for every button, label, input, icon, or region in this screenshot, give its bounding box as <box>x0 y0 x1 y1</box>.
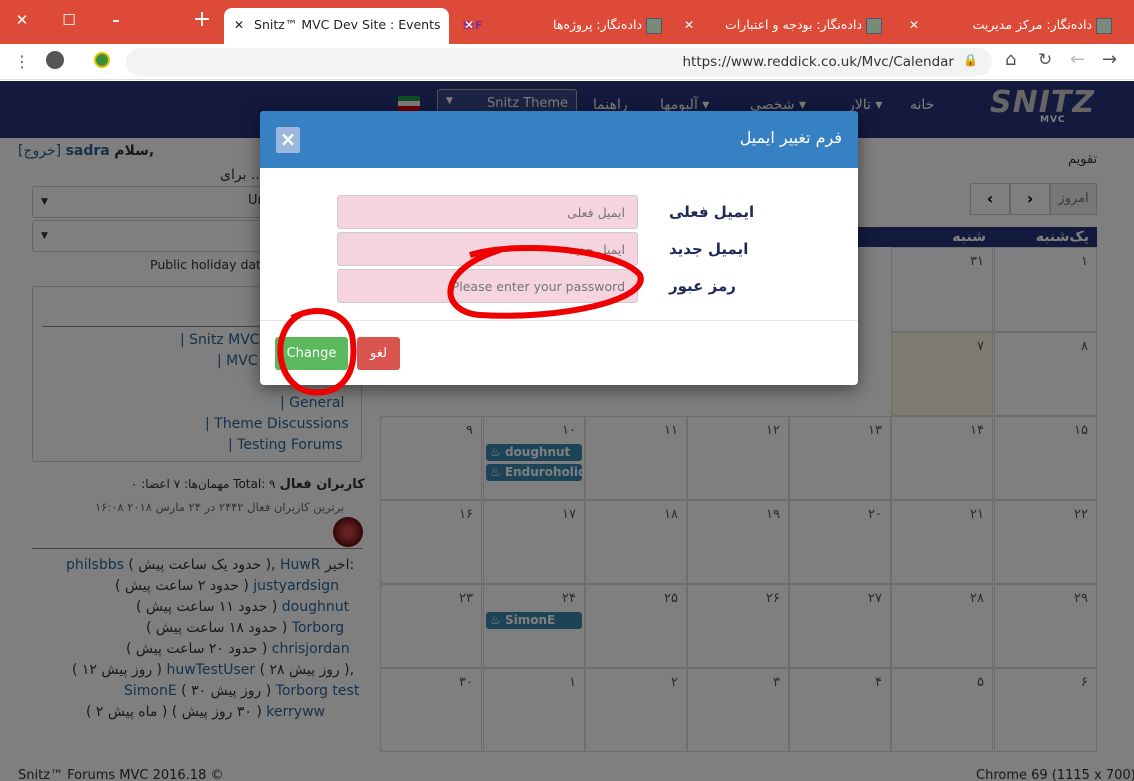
red-annotation-marks <box>277 245 644 396</box>
